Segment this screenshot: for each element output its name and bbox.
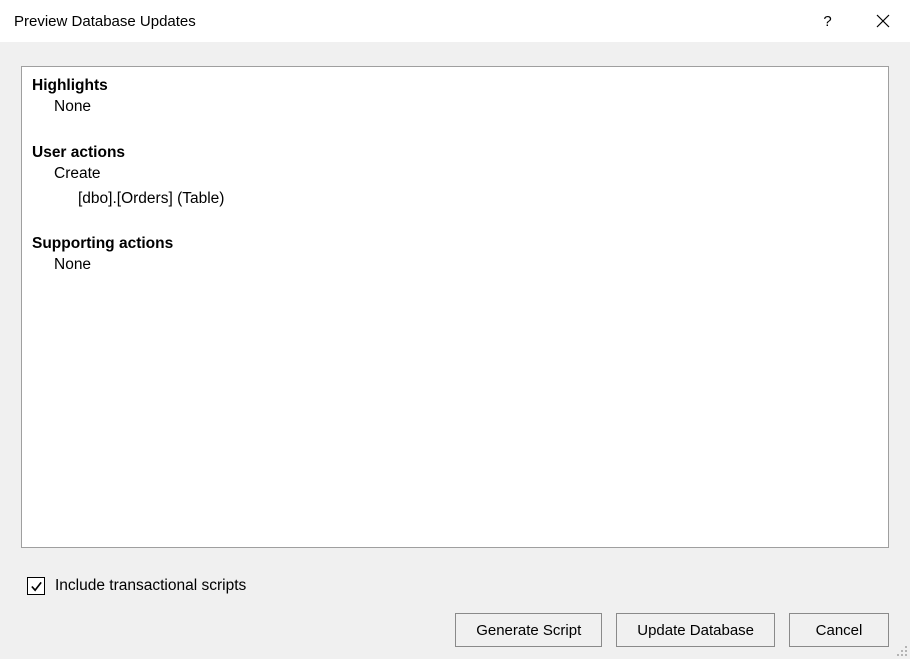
close-icon [876,14,890,28]
titlebar-buttons: ? [800,0,910,42]
user-actions-item: [dbo].[Orders] (Table) [78,187,878,212]
update-database-button[interactable]: Update Database [616,613,775,647]
content-panel: Highlights None User actions Create [dbo… [21,66,889,548]
titlebar: Preview Database Updates ? [0,0,910,42]
highlights-none: None [54,95,878,120]
supporting-actions-header: Supporting actions [32,235,878,253]
resize-grip-icon [894,643,908,657]
include-transactional-checkbox[interactable] [27,577,45,595]
close-button[interactable] [855,0,910,42]
button-row: Generate Script Update Database Cancel [21,613,889,647]
dialog-body: Highlights None User actions Create [dbo… [0,42,910,659]
help-button[interactable]: ? [800,0,855,42]
user-actions-header: User actions [32,144,878,162]
generate-script-button[interactable]: Generate Script [455,613,602,647]
checkbox-row: Include transactional scripts [27,577,889,595]
highlights-header: Highlights [32,77,878,95]
user-actions-action: Create [54,162,878,187]
resize-grip[interactable] [894,643,908,657]
include-transactional-label: Include transactional scripts [55,577,246,595]
window-title: Preview Database Updates [14,13,800,30]
cancel-button[interactable]: Cancel [789,613,889,647]
checkmark-icon [30,580,43,593]
supporting-actions-none: None [54,253,878,278]
footer: Include transactional scripts Generate S… [0,559,910,659]
